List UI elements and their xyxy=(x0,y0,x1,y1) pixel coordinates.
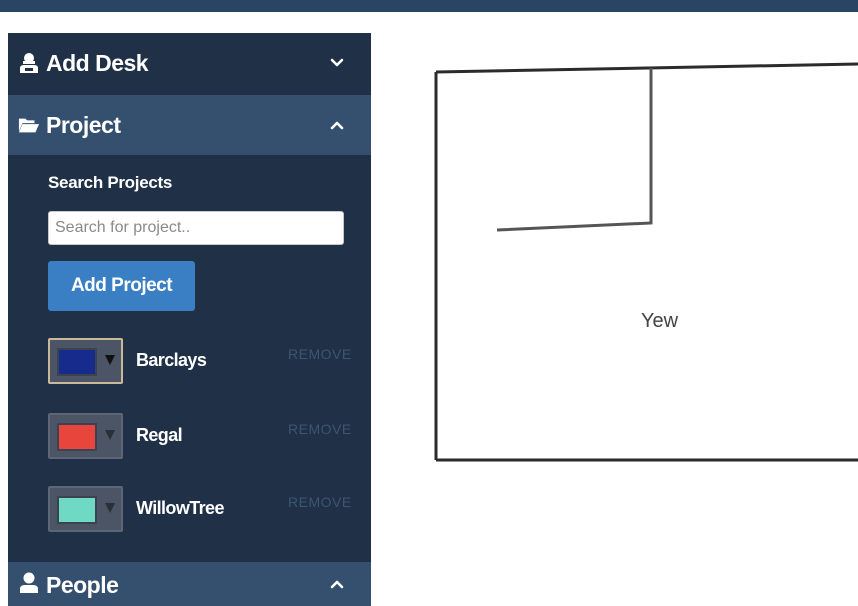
add-desk-section-header[interactable]: Add Desk xyxy=(8,33,371,93)
caret-down-icon xyxy=(103,426,117,444)
top-bar xyxy=(0,0,858,12)
interior-wall xyxy=(496,68,653,232)
room-label[interactable]: Yew xyxy=(641,310,678,333)
search-project-input[interactable] xyxy=(48,211,344,245)
person-icon xyxy=(18,572,40,594)
remove-project-button[interactable]: REMOVE xyxy=(288,346,352,362)
caret-down-icon xyxy=(103,351,117,369)
color-picker[interactable] xyxy=(48,338,123,384)
color-picker[interactable] xyxy=(48,413,123,459)
color-swatch xyxy=(57,496,97,524)
project-row: WillowTree REMOVE xyxy=(48,486,358,532)
search-projects-title: Search Projects xyxy=(48,173,173,192)
caret-down-icon xyxy=(103,499,117,517)
sidebar: Add Desk Project Search Projects Add Pro… xyxy=(8,33,371,606)
chevron-up-icon xyxy=(329,119,345,131)
chevron-down-icon xyxy=(329,57,345,69)
color-swatch xyxy=(57,348,97,376)
folder-open-icon xyxy=(18,114,40,136)
floorplan-canvas[interactable]: Yew xyxy=(371,12,858,606)
remove-project-button[interactable]: REMOVE xyxy=(288,494,352,510)
chevron-up-icon xyxy=(329,578,345,590)
add-project-button[interactable]: Add Project xyxy=(48,261,195,311)
people-label: People xyxy=(46,572,119,598)
project-row: Barclays REMOVE xyxy=(48,338,358,384)
color-swatch xyxy=(57,423,97,451)
project-name: WillowTree xyxy=(136,498,224,518)
project-row: Regal REMOVE xyxy=(48,413,358,459)
room-wall-top xyxy=(435,62,858,74)
project-name: Regal xyxy=(136,425,183,445)
project-name: Barclays xyxy=(136,350,207,370)
project-section-header[interactable]: Project xyxy=(8,95,371,155)
remove-project-button[interactable]: REMOVE xyxy=(288,421,352,437)
people-section-header[interactable]: People xyxy=(8,562,371,606)
user-icon xyxy=(18,52,40,74)
add-desk-label: Add Desk xyxy=(46,49,149,76)
color-picker[interactable] xyxy=(48,486,123,532)
project-label: Project xyxy=(46,111,121,138)
